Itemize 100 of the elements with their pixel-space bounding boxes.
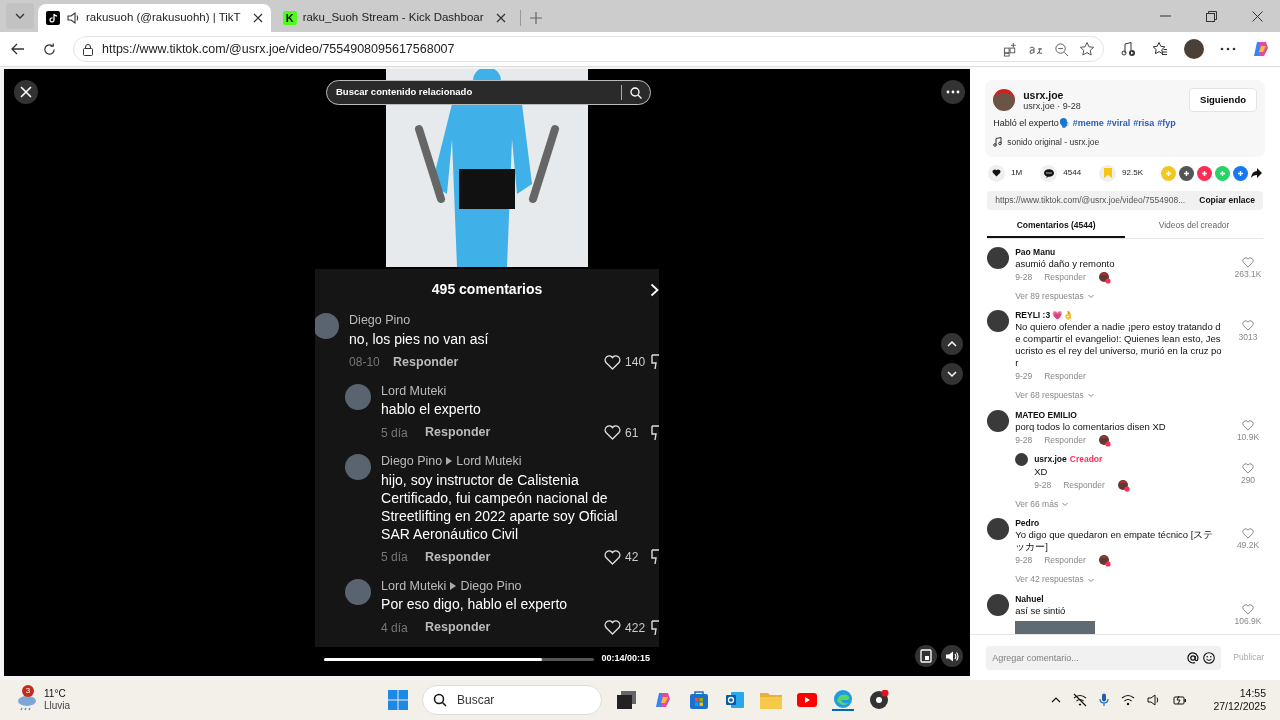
reply-link[interactable]: Responder [425, 547, 491, 567]
close-icon[interactable] [14, 80, 38, 104]
taskbar-search[interactable]: Buscar [422, 685, 602, 715]
zoom-out-icon[interactable] [1054, 41, 1069, 57]
mail-icon[interactable] [724, 689, 746, 711]
dislike-icon[interactable] [651, 549, 660, 566]
commenter-name[interactable]: Pao Manu [1015, 246, 1056, 258]
reply-link[interactable]: Responder [1063, 478, 1105, 492]
speaker-icon[interactable] [66, 11, 80, 25]
comment-text: así se sintió [1015, 605, 1067, 617]
search-icon [433, 693, 447, 707]
stat-count: 4544 [1063, 167, 1082, 179]
emoji-icon[interactable] [1203, 651, 1216, 664]
view-replies-link[interactable]: Ver 42 respuestas [1015, 573, 1084, 586]
author-name[interactable]: usrx.joe [1023, 88, 1081, 101]
stat-count: 1M [1011, 167, 1023, 179]
commenter-name[interactable]: Pedro [1015, 518, 1040, 530]
browser-tab[interactable]: K raku_Suoh Stream - Kick Dashboar [274, 4, 514, 32]
start-icon[interactable] [388, 690, 408, 710]
avatar [987, 594, 1010, 616]
view-replies-link[interactable]: Ver 89 respuestas [1015, 289, 1084, 303]
reload-icon[interactable] [42, 41, 57, 57]
swirl-logo-icon[interactable] [1252, 40, 1270, 58]
chevron-up-icon[interactable] [941, 333, 963, 355]
commenter-name[interactable]: MATEO EMILIO [1015, 409, 1077, 421]
reply-link[interactable]: Responder [393, 352, 459, 372]
reply-link[interactable]: Responder [1044, 270, 1086, 284]
avatar [987, 409, 1010, 432]
record-icon[interactable] [868, 689, 890, 711]
chevron-down-icon [1086, 391, 1095, 400]
at-sign-icon[interactable] [1187, 651, 1200, 664]
panel-tab[interactable]: Comentarios (4544) [987, 215, 1126, 238]
browser-icon[interactable] [832, 689, 854, 711]
commenter-name[interactable]: REYLI :3 💗👌 [1015, 310, 1075, 322]
triangle-icon [450, 581, 457, 590]
search-field[interactable]: Buscar contenido relacionado [326, 80, 651, 105]
reply-link[interactable]: Responder [1044, 433, 1086, 447]
comments-title: 495 comentarios [431, 279, 543, 299]
battery-icon[interactable] [1173, 694, 1188, 706]
wifi-icon[interactable] [1121, 694, 1136, 706]
favorites-icon[interactable] [1152, 41, 1168, 57]
hashtag-link[interactable]: #risa [1133, 117, 1155, 131]
tab-title: raku_Suoh Stream - Kick Dashboar [302, 10, 484, 26]
author-meta: usrx.joe · 9-28 [1023, 100, 1081, 112]
panel-tab[interactable]: Videos del creador [1125, 215, 1263, 238]
video-time: 00:14/00:15 [601, 652, 651, 666]
profile-avatar[interactable] [1184, 39, 1204, 59]
view-replies-link[interactable]: Ver 66 más [1015, 497, 1059, 511]
copy-link-button[interactable]: Copiar enlace [1199, 193, 1255, 207]
comment-input[interactable]: Agregar comentario... [992, 645, 1184, 670]
comment-text: hablo el experto [381, 400, 482, 419]
comment-icon[interactable] [1040, 164, 1058, 182]
reply-link[interactable]: Responder [1044, 370, 1086, 383]
network-off-icon[interactable] [1073, 693, 1088, 707]
like-count: 42 [625, 549, 640, 567]
star-icon[interactable] [1079, 41, 1095, 57]
back-icon[interactable] [10, 41, 26, 57]
more-icon[interactable] [941, 80, 965, 104]
avatar [315, 313, 340, 339]
commenter-name[interactable]: usrx.joe [1034, 453, 1067, 465]
view-replies-link[interactable]: Ver 68 respuestas [1015, 389, 1084, 402]
picture-in-picture-icon[interactable] [915, 645, 937, 667]
sound-link[interactable]: sonido original - usrx.joe [1007, 135, 1100, 149]
browser-tab[interactable]: rakusuoh (@rakusuohh) | TikT [38, 4, 271, 32]
hashtag-link[interactable]: #meme [1072, 117, 1104, 131]
music-note-icon [46, 11, 60, 25]
progress-track[interactable] [324, 657, 594, 661]
clock-date[interactable]: 27/12/2025 [1213, 700, 1266, 713]
microphone-icon[interactable] [1099, 693, 1110, 707]
hashtag-link[interactable]: #fyp [1157, 117, 1176, 131]
avatar [345, 383, 372, 410]
share-arrow-icon[interactable] [1251, 168, 1262, 178]
close-icon[interactable] [495, 13, 506, 23]
reply-link[interactable]: Responder [425, 423, 491, 442]
music-player-icon[interactable] [1120, 41, 1136, 57]
more-icon[interactable] [1220, 47, 1236, 51]
chevron-down-icon[interactable] [941, 363, 963, 385]
shopping-bag-icon[interactable] [688, 689, 710, 711]
dislike-icon[interactable] [651, 619, 660, 636]
reply-link[interactable]: Responder [425, 618, 491, 637]
commenter-name[interactable]: Nahuel [1015, 594, 1044, 605]
address-bar[interactable]: https://www.tiktok.com/@usrx.joe/video/7554908095617568007 [73, 36, 1104, 62]
window-stack-icon[interactable] [616, 689, 638, 711]
dislike-icon[interactable] [651, 354, 660, 371]
clock-time[interactable]: 14:55 [1239, 687, 1266, 700]
volume-icon[interactable] [941, 645, 963, 667]
dislike-icon[interactable] [651, 424, 660, 441]
comment-text: porq todos lo comentarios disen XD [1015, 420, 1167, 433]
chevron-up-icon[interactable] [1051, 697, 1062, 703]
follow-button[interactable]: Siguiendo [1189, 88, 1257, 113]
comment-date: 9-28 [1015, 270, 1033, 284]
apps-icon[interactable] [1003, 41, 1018, 57]
like-count: 422 [625, 619, 647, 637]
search-placeholder: Buscar [457, 692, 495, 709]
avatar [993, 89, 1016, 112]
hashtag-link[interactable]: #viral [1106, 117, 1131, 131]
search-icon[interactable] [630, 86, 642, 99]
comment-field[interactable]: Agregar comentario... [986, 645, 1222, 670]
close-icon[interactable] [252, 13, 263, 23]
reply-link[interactable]: Responder [1044, 554, 1086, 568]
